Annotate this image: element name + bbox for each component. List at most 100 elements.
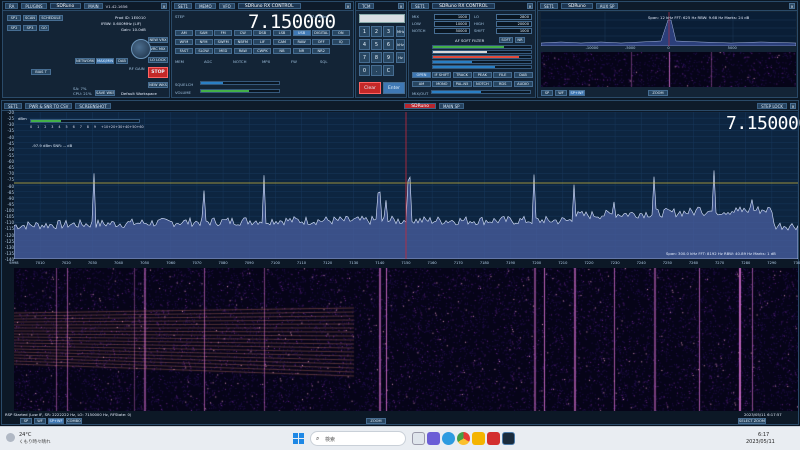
main-frequency[interactable]: 7.150000 — [726, 113, 800, 134]
filter-set-button[interactable]: SET1 — [411, 3, 430, 9]
filter-field-value[interactable]: 20000 — [496, 21, 532, 27]
combo-button[interactable]: COMBO — [66, 418, 82, 424]
mode-button[interactable]: LSB — [273, 30, 291, 36]
mode-button[interactable]: NFM — [194, 39, 213, 45]
mode-button[interactable]: RAW — [233, 48, 252, 54]
network-button[interactable]: NETWORK — [75, 58, 95, 64]
sp3-button[interactable]: SP3 — [23, 25, 37, 31]
filter-field-value[interactable]: 10000 — [434, 21, 470, 27]
filter-level-bar[interactable] — [432, 65, 532, 69]
filter-mode-button[interactable]: OPEN — [412, 72, 431, 78]
main-zoom-button[interactable]: ZOOM — [366, 418, 386, 424]
mode-button[interactable]: USB — [292, 30, 311, 36]
keypad-key[interactable]: 6 — [383, 39, 394, 50]
mode-button[interactable]: SLOW — [194, 48, 213, 54]
filter-mode-button[interactable]: DAB — [513, 72, 533, 78]
filter-mode-button[interactable]: TRACK — [452, 72, 472, 78]
close-icon[interactable]: × — [527, 3, 533, 9]
bias-t-button[interactable]: BIAS T — [31, 69, 51, 75]
demod-button[interactable]: RDS — [493, 81, 513, 87]
sdruno-icon[interactable] — [502, 432, 515, 445]
mode-button[interactable]: FAST — [175, 48, 193, 54]
lo-lock-button[interactable]: LO LOCK — [148, 57, 168, 63]
mode-button[interactable]: CW — [233, 30, 252, 36]
aux-zoom-button[interactable]: ZOOM — [648, 90, 668, 96]
keypad-key[interactable]: 4 — [359, 39, 370, 50]
search-box[interactable]: ⌕ 検索 — [310, 431, 406, 446]
filter-mode-button[interactable]: PEAK — [472, 72, 492, 78]
filter-mode-button[interactable]: FILE — [493, 72, 513, 78]
rx-set-button[interactable]: SET1 — [174, 3, 193, 9]
file-explorer-icon[interactable] — [472, 432, 485, 445]
new-vrx-button[interactable]: NEW VRX — [148, 37, 168, 43]
mode-button[interactable]: IQ — [331, 39, 350, 45]
mode-button[interactable]: CAM — [273, 39, 291, 45]
mode-button[interactable]: DSB — [253, 30, 272, 36]
mode-button[interactable]: NB — [273, 48, 291, 54]
filter-level-bar[interactable] — [432, 60, 532, 64]
keypad-key[interactable]: 7 — [359, 52, 370, 63]
close-icon[interactable]: × — [789, 3, 795, 9]
sp1-button[interactable]: SP1 — [7, 15, 21, 21]
main-spectrum[interactable] — [14, 112, 798, 259]
demod-button[interactable]: AM — [412, 81, 431, 87]
vrc-mix-button[interactable]: VRC MIX — [148, 46, 168, 52]
filter-field-value[interactable]: 2800 — [496, 14, 532, 20]
main-spwf-button[interactable]: SP+WF — [48, 418, 64, 424]
close-icon[interactable]: × — [345, 3, 351, 9]
remote-button[interactable]: RA — [5, 3, 19, 9]
demod-button[interactable]: MONO — [432, 81, 452, 87]
main-wf-button[interactable]: WF — [34, 418, 46, 424]
mode-button[interactable]: CWPK — [253, 48, 272, 54]
aux-set-button[interactable]: SET1 — [540, 3, 559, 9]
mode-button[interactable]: DIGITAL — [312, 30, 331, 36]
keypad-unit-key[interactable]: kHz — [396, 39, 405, 50]
keypad-unit-key[interactable]: Hz — [396, 52, 405, 63]
demod-button[interactable]: NOTCH — [472, 81, 492, 87]
mode-button[interactable]: FM — [214, 30, 233, 36]
mode-button[interactable]: SWFM — [214, 39, 233, 45]
dab-button[interactable]: DAB — [116, 58, 128, 64]
aux-spwf-button[interactable]: SP+WF — [569, 90, 585, 96]
mode-button[interactable]: NBFM — [233, 39, 252, 45]
filter-mode-button[interactable]: IF SHIFT — [432, 72, 452, 78]
demod-button[interactable]: PAL-N5 — [452, 81, 472, 87]
aux-sp-button[interactable]: SP — [541, 90, 553, 96]
chrome-icon[interactable] — [457, 432, 470, 445]
mode-button[interactable]: RAW — [292, 39, 311, 45]
filter-level-bar[interactable] — [432, 45, 532, 49]
aux-wf-button[interactable]: WF — [555, 90, 567, 96]
main-sp-button[interactable]: SP — [20, 418, 32, 424]
main-waterfall[interactable] — [14, 268, 798, 411]
keypad-key[interactable]: 8 — [371, 52, 382, 63]
squelch-slider[interactable] — [200, 81, 280, 85]
aux-waterfall[interactable] — [541, 52, 796, 87]
mode-button[interactable]: SAM — [194, 30, 213, 36]
keypad-key[interactable]: 0 — [359, 65, 370, 76]
sp2-button[interactable]: SP2 — [7, 25, 21, 31]
screenshot-button[interactable]: SCREENSHOT — [75, 102, 111, 109]
mode-button[interactable]: ON — [331, 30, 350, 36]
plugins-button[interactable]: PLUGINS — [21, 3, 47, 9]
filter-field-value[interactable]: 1000 — [496, 28, 532, 34]
rx-vfo-button[interactable]: VFO — [218, 3, 235, 9]
scan-button[interactable]: SCAN — [23, 15, 37, 21]
app-icon[interactable] — [487, 432, 500, 445]
filter-field-value[interactable]: 1000 — [434, 14, 470, 20]
rf-gain-knob[interactable] — [131, 39, 151, 59]
mode-button[interactable]: MED — [214, 48, 233, 54]
mode-button[interactable]: LIF — [253, 39, 272, 45]
demod-button[interactable]: AUDIO — [513, 81, 533, 87]
mix-slider[interactable] — [431, 90, 531, 94]
keypad-key[interactable]: 2 — [371, 26, 382, 37]
main-sp-set-button[interactable]: SET1 — [4, 102, 23, 109]
schedule-button[interactable]: SCHEDULE — [39, 15, 63, 21]
mode-button[interactable]: AM — [175, 30, 193, 36]
max-min-button[interactable]: MAX/MIN — [96, 58, 114, 64]
rx-memo-button[interactable]: MEMO — [195, 3, 216, 9]
soft-button[interactable]: SOFT — [499, 37, 513, 43]
start-icon[interactable] — [293, 433, 304, 444]
mode-button[interactable]: NR2 — [312, 48, 331, 54]
keypad-key[interactable]: . — [371, 65, 382, 76]
pwr-snr-csv-button[interactable]: PWR & SNR TO CSV — [25, 102, 73, 109]
